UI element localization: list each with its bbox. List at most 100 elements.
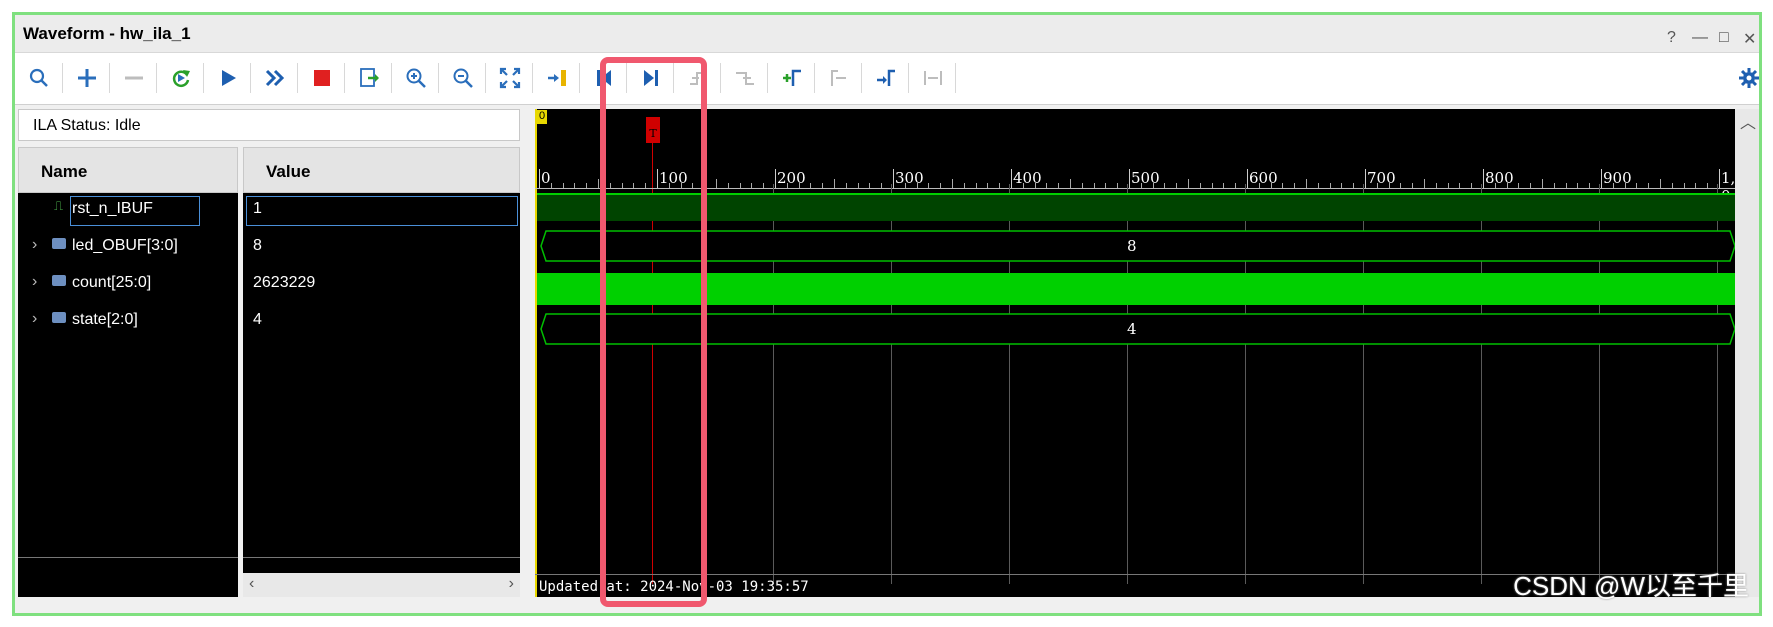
tick-mark <box>1601 169 1602 188</box>
scroll-left-icon[interactable]: ‹ <box>249 575 254 593</box>
minor-tick <box>786 183 788 188</box>
tick-label: 500 <box>1131 169 1160 187</box>
tick-label: 600 <box>1249 169 1278 187</box>
minor-tick <box>881 183 883 188</box>
tick-mark <box>1129 169 1130 188</box>
minor-tick <box>1542 179 1543 188</box>
close-icon[interactable]: ✕ <box>1743 29 1756 49</box>
minor-tick <box>562 183 564 188</box>
minor-tick <box>751 183 753 188</box>
minor-tick <box>1317 183 1319 188</box>
add-icon[interactable] <box>71 62 103 94</box>
search-icon[interactable] <box>23 62 55 94</box>
refresh-icon[interactable] <box>165 62 197 94</box>
bus-signal-icon <box>52 238 66 249</box>
add-marker-icon[interactable] <box>776 62 808 94</box>
settings-icon[interactable] <box>1733 62 1765 94</box>
minor-tick <box>952 179 953 188</box>
value-column-header[interactable]: Value <box>243 147 520 193</box>
go-to-cursor-icon[interactable] <box>541 62 573 94</box>
minor-tick <box>1577 183 1579 188</box>
signal-value: 2623229 <box>253 274 316 291</box>
minor-tick <box>857 183 859 188</box>
minor-tick <box>1282 183 1284 188</box>
minor-tick <box>1400 183 1402 188</box>
zoom-fit-icon[interactable] <box>494 62 526 94</box>
minor-tick <box>798 183 800 188</box>
stop-icon[interactable] <box>306 62 338 94</box>
minor-tick <box>1223 183 1225 188</box>
minimize-icon[interactable]: — <box>1692 29 1708 47</box>
minor-tick <box>869 183 871 188</box>
tick-label: 200 <box>777 169 806 187</box>
signal-value: 4 <box>253 311 262 328</box>
help-icon[interactable]: ? <box>1667 29 1676 47</box>
tick-mark <box>1011 169 1012 188</box>
next-marker-icon[interactable] <box>870 62 902 94</box>
zoom-in-icon[interactable] <box>400 62 432 94</box>
minor-tick <box>550 183 552 188</box>
state-bus-value: 4 <box>1127 320 1137 338</box>
waveform-window: Waveform - hw_ila_1 ? — □ ✕ ILA Status: … <box>12 12 1762 616</box>
swap-cursors-icon[interactable] <box>917 62 949 94</box>
minor-tick <box>1506 183 1508 188</box>
minor-tick <box>1046 183 1048 188</box>
prev-marker-icon[interactable] <box>823 62 855 94</box>
minor-tick <box>834 179 835 188</box>
tick-mark <box>1365 169 1366 188</box>
export-icon[interactable] <box>353 62 385 94</box>
fast-forward-icon[interactable] <box>259 62 291 94</box>
name-column-header[interactable]: Name <box>18 147 238 193</box>
minor-tick <box>1164 183 1166 188</box>
expand-icon[interactable]: › <box>32 236 37 254</box>
minor-tick <box>739 183 741 188</box>
origin-marker[interactable]: 0 <box>537 110 547 124</box>
tick-mark <box>775 169 776 188</box>
minor-tick <box>1152 183 1154 188</box>
bus-signal-icon <box>52 275 66 286</box>
minor-tick <box>716 179 717 188</box>
minor-tick <box>1341 183 1343 188</box>
minor-tick <box>1530 183 1532 188</box>
title-bar: Waveform - hw_ila_1 ? — □ ✕ <box>15 15 1759 53</box>
run-icon[interactable] <box>212 62 244 94</box>
minor-tick <box>1388 183 1390 188</box>
name-panel: ⎍ rst_n_IBUF › led_OBUF[3:0] › count[25:… <box>18 193 238 597</box>
rst-waveform[interactable] <box>537 193 1735 221</box>
highlight-box <box>600 57 707 607</box>
zoom-out-icon[interactable] <box>447 62 479 94</box>
minor-tick <box>1034 183 1036 188</box>
tick-mark <box>1483 169 1484 188</box>
signal-name: state[2:0] <box>72 311 138 328</box>
value-horizontal-scrollbar[interactable]: ‹ › <box>243 573 520 597</box>
minor-tick <box>928 183 930 188</box>
scroll-up-icon[interactable]: ︿ <box>1740 109 1756 133</box>
expand-icon[interactable]: › <box>32 273 37 291</box>
remove-icon[interactable] <box>118 62 150 94</box>
vertical-scrollbar[interactable]: ︿ <box>1735 109 1759 597</box>
minor-tick <box>1070 179 1071 188</box>
maximize-icon[interactable]: □ <box>1719 29 1729 47</box>
minor-tick <box>1199 183 1201 188</box>
waveform-area[interactable]: 0 T 01002003004005006007008009001, 0 8 <box>535 109 1735 597</box>
minor-tick <box>1376 183 1378 188</box>
minor-tick <box>1624 183 1626 188</box>
count-waveform[interactable] <box>537 273 1735 305</box>
signal-name: rst_n_IBUF <box>72 200 153 217</box>
minor-tick <box>1565 183 1567 188</box>
minor-tick <box>1058 183 1060 188</box>
signal-name: count[25:0] <box>72 274 152 291</box>
next-transition-icon[interactable] <box>729 62 761 94</box>
led-bus-value: 8 <box>1127 237 1137 255</box>
minor-tick <box>1518 183 1520 188</box>
toolbar <box>15 53 1759 105</box>
minor-tick <box>1459 183 1461 188</box>
minor-tick <box>1235 183 1237 188</box>
minor-tick <box>574 183 576 188</box>
minor-tick <box>598 179 599 188</box>
expand-icon[interactable]: › <box>32 310 37 328</box>
minor-tick <box>1471 183 1473 188</box>
tick-label: 800 <box>1485 169 1514 187</box>
scroll-right-icon[interactable]: › <box>509 575 514 593</box>
minor-tick <box>586 183 588 188</box>
